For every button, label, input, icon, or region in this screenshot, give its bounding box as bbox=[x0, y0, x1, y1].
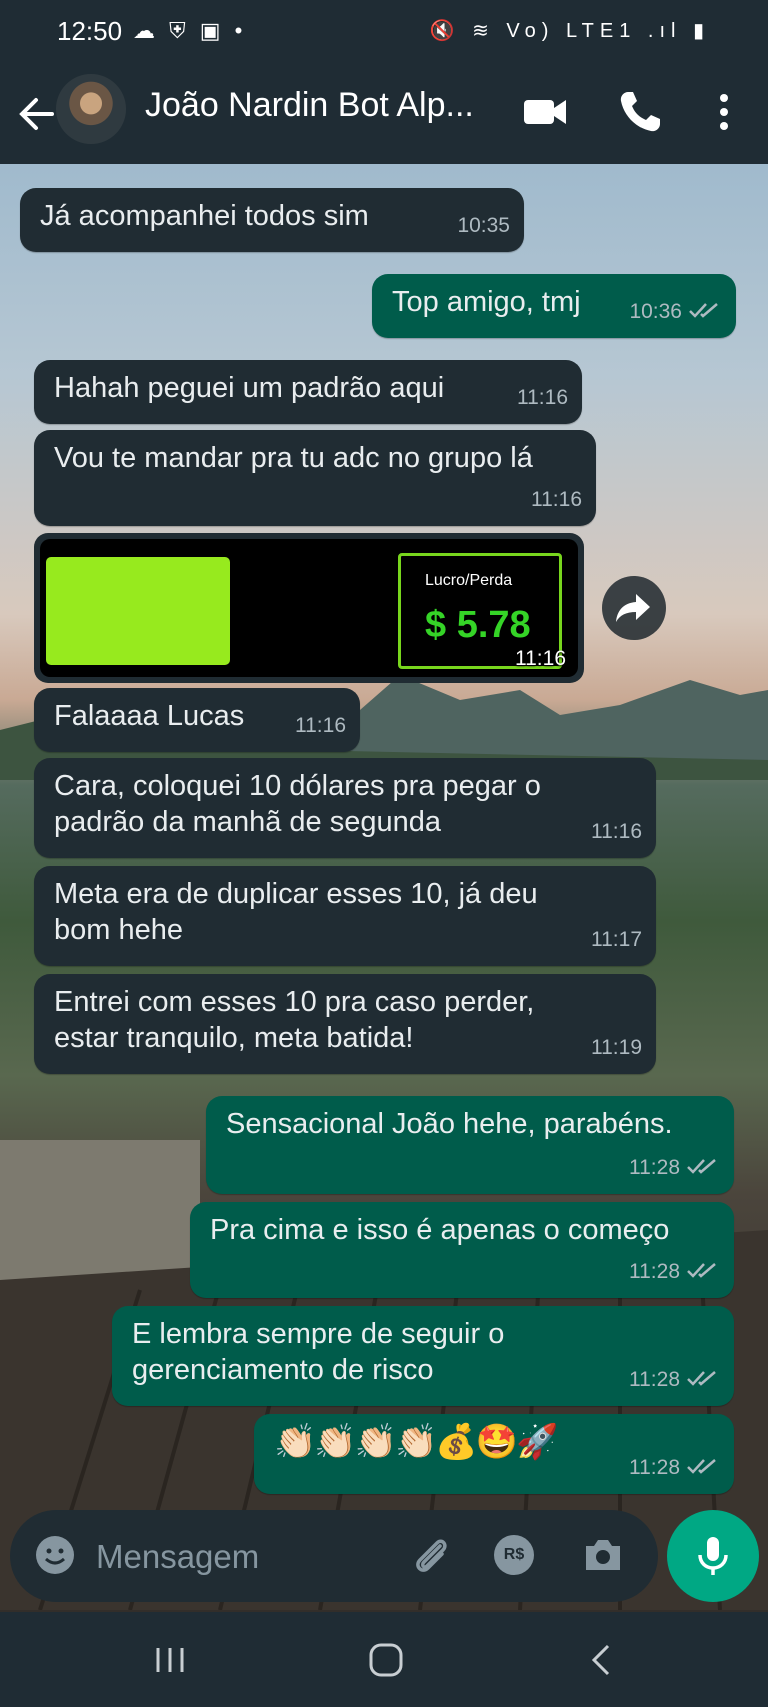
message-time: 11:16 bbox=[515, 647, 566, 670]
microphone-icon bbox=[698, 1537, 728, 1575]
status-right-icons: 🔇 ≋ Vo) LTE1 .ıl ▮ bbox=[429, 20, 710, 42]
profit-loss-label: Lucro/Perda bbox=[425, 572, 513, 589]
message-time: 11:16 bbox=[591, 820, 642, 843]
message-outgoing[interactable]: Pra cima e isso é apenas o começo 11:28 bbox=[190, 1202, 734, 1298]
trade-screenshot[interactable]: Lucro/Perda $ 5.78 bbox=[40, 539, 578, 677]
back-arrow-icon[interactable] bbox=[14, 86, 58, 142]
message-text-line1: Entrei com esses 10 pra caso perder, bbox=[54, 986, 535, 1018]
contact-name[interactable]: João Nardin Bot Alp... bbox=[145, 86, 474, 125]
message-time: 11:28 bbox=[629, 1260, 680, 1283]
message-input[interactable]: Mensagem bbox=[96, 1538, 259, 1576]
read-receipt-icon bbox=[689, 303, 718, 318]
message-meta: 11:28 bbox=[629, 1450, 720, 1486]
message-time: 11:16 bbox=[531, 488, 582, 511]
message-time: 10:36 bbox=[629, 300, 682, 323]
message-time: 11:28 bbox=[629, 1156, 680, 1179]
recent-apps-icon[interactable] bbox=[150, 1642, 190, 1678]
message-incoming[interactable]: Entrei com esses 10 pra caso perder, est… bbox=[34, 974, 656, 1074]
message-incoming[interactable]: Falaaaa Lucas 11:16 bbox=[34, 688, 360, 752]
message-meta: 11:28 bbox=[629, 1254, 720, 1290]
profit-loss-value: $ 5.78 bbox=[425, 604, 531, 646]
message-time: 11:17 bbox=[591, 928, 642, 951]
green-bar bbox=[46, 557, 230, 665]
camera-icon[interactable] bbox=[580, 1532, 626, 1578]
voice-call-icon[interactable] bbox=[614, 86, 666, 138]
message-text-line1: Cara, coloquei 10 dólares pra pegar o bbox=[54, 770, 541, 802]
forward-icon[interactable] bbox=[602, 576, 666, 640]
message-incoming[interactable]: Cara, coloquei 10 dólares pra pegar o pa… bbox=[34, 758, 656, 858]
message-text-line2: padrão da manhã de segunda bbox=[54, 806, 441, 838]
system-navigation-bar bbox=[0, 1612, 768, 1707]
read-receipt-icon bbox=[687, 1159, 716, 1174]
message-meta: 11:28 bbox=[629, 1362, 720, 1398]
message-time: 11:28 bbox=[629, 1456, 680, 1479]
message-text: Já acompanhei todos sim bbox=[40, 200, 369, 232]
status-bar: 12:50 ☁ ⛨ ▣ • 🔇 ≋ Vo) LTE1 .ıl ▮ bbox=[0, 0, 768, 66]
home-icon[interactable] bbox=[366, 1642, 406, 1678]
message-incoming[interactable]: Vou te mandar pra tu adc no grupo lá 11:… bbox=[34, 430, 596, 526]
status-left-icons: ☁ ⛨ ▣ • bbox=[133, 18, 247, 43]
message-emoji-text: 👏🏻👏🏻👏🏻👏🏻💰🤩🚀 bbox=[274, 1423, 558, 1461]
message-outgoing[interactable]: E lembra sempre de seguir o gerenciament… bbox=[112, 1306, 734, 1406]
message-text: Vou te mandar pra tu adc no grupo lá bbox=[54, 442, 533, 474]
read-receipt-icon bbox=[687, 1263, 716, 1278]
message-text: Sensacional João hehe, parabéns. bbox=[226, 1108, 673, 1140]
message-outgoing[interactable]: Sensacional João hehe, parabéns. 11:28 bbox=[206, 1096, 734, 1194]
message-meta: 10:36 bbox=[629, 294, 722, 330]
message-text-line1: Meta era de duplicar esses 10, já deu bbox=[54, 878, 538, 910]
message-time: 11:19 bbox=[591, 1036, 642, 1059]
back-icon[interactable] bbox=[582, 1642, 622, 1678]
message-text-line2: estar tranquilo, meta batida! bbox=[54, 1022, 414, 1054]
video-call-icon[interactable] bbox=[520, 86, 572, 138]
message-time: 11:16 bbox=[295, 714, 346, 737]
message-time: 11:16 bbox=[517, 386, 568, 409]
message-text: Hahah peguei um padrão aqui bbox=[54, 372, 445, 404]
message-outgoing[interactable]: 👏🏻👏🏻👏🏻👏🏻💰🤩🚀 11:28 bbox=[254, 1414, 734, 1494]
message-text-line2: bom hehe bbox=[54, 914, 183, 946]
message-time: 10:35 bbox=[457, 214, 510, 237]
read-receipt-icon bbox=[687, 1371, 716, 1386]
message-compose-bar[interactable]: Mensagem R$ bbox=[10, 1510, 658, 1602]
microphone-button[interactable] bbox=[667, 1510, 759, 1602]
read-receipt-icon bbox=[687, 1459, 716, 1474]
message-incoming[interactable]: Já acompanhei todos sim 10:35 bbox=[20, 188, 524, 252]
status-time: 12:50 bbox=[57, 16, 123, 46]
contact-avatar[interactable] bbox=[56, 74, 126, 144]
message-text-line1: E lembra sempre de seguir o bbox=[132, 1318, 505, 1350]
message-meta: 11:28 bbox=[629, 1150, 720, 1186]
message-text: Falaaaa Lucas bbox=[54, 700, 245, 732]
chat-header: João Nardin Bot Alp... bbox=[0, 66, 768, 164]
emoji-icon[interactable] bbox=[32, 1532, 78, 1578]
message-incoming[interactable]: Meta era de duplicar esses 10, já deu bo… bbox=[34, 866, 656, 966]
message-incoming[interactable]: Hahah peguei um padrão aqui 11:16 bbox=[34, 360, 582, 424]
image-message[interactable]: Lucro/Perda $ 5.78 11:16 bbox=[34, 533, 584, 683]
message-outgoing[interactable]: Top amigo, tmj 10:36 bbox=[372, 274, 736, 338]
message-text-line2: gerenciamento de risco bbox=[132, 1354, 434, 1386]
more-options-icon[interactable] bbox=[698, 86, 750, 138]
payment-icon[interactable]: R$ bbox=[494, 1535, 534, 1575]
message-time: 11:28 bbox=[629, 1368, 680, 1391]
attach-icon[interactable] bbox=[408, 1532, 454, 1578]
message-text: Top amigo, tmj bbox=[392, 286, 581, 318]
message-text: Pra cima e isso é apenas o começo bbox=[210, 1214, 670, 1246]
